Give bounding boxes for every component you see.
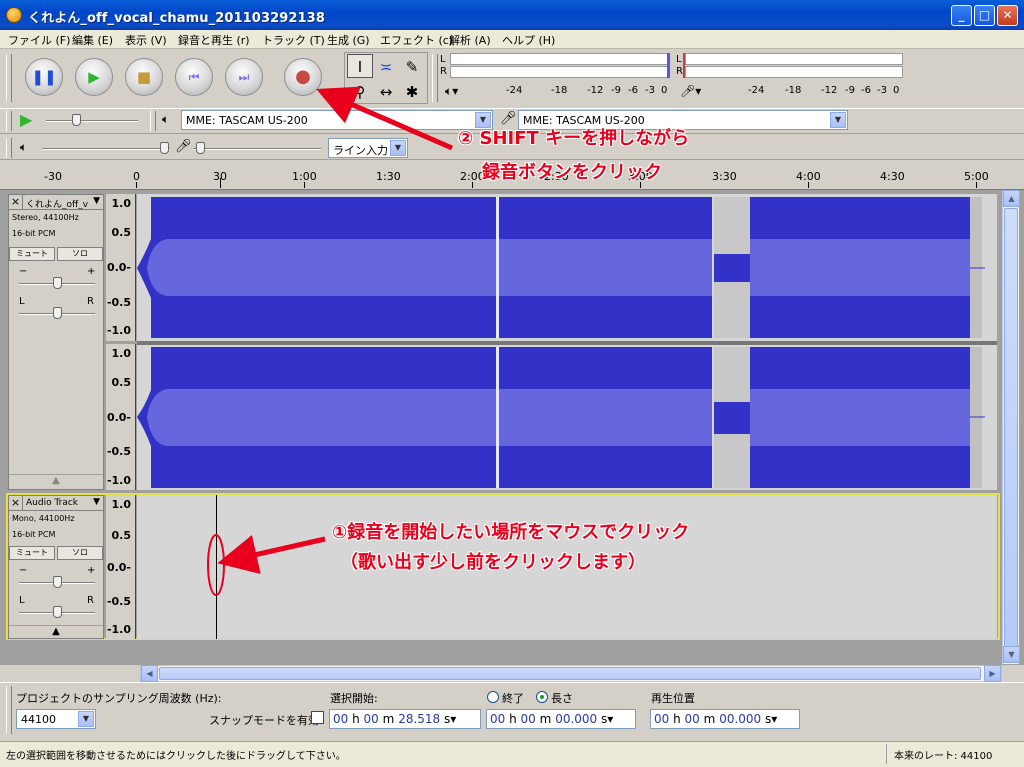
position-hours: 00 (654, 712, 670, 726)
length-label: 長さ (551, 692, 573, 705)
length-seconds: 00.000 (555, 712, 598, 726)
unit-seconds: s (765, 712, 772, 726)
unit-hours: h (352, 712, 360, 726)
horizontal-scrollbar[interactable]: ◀ ▶ (140, 665, 1002, 682)
unit-seconds: s (444, 712, 451, 726)
unit-hours: h (673, 712, 681, 726)
snap-mode-checkbox[interactable] (311, 711, 324, 724)
arrow-to-record (316, 86, 453, 151)
selection-start-label: 選択開始: (330, 692, 378, 705)
chevron-down-icon[interactable]: ▼ (78, 711, 94, 727)
cursor-highlight-ellipse (207, 534, 225, 596)
position-seconds: 00.000 (719, 712, 762, 726)
horizontal-scroll-thumb[interactable] (159, 667, 981, 680)
unit-minutes: m (539, 712, 552, 726)
unit-seconds: s (601, 712, 608, 726)
selection-length-time[interactable]: 00 h 00 m 00.000 s▾ (486, 709, 636, 729)
audio-position-label: 再生位置 (651, 692, 695, 705)
scroll-left-icon[interactable]: ◀ (141, 665, 158, 682)
annotation-overlay (207, 86, 453, 596)
vertical-scroll-thumb[interactable] (1004, 208, 1018, 648)
annotation-step1-line2: （歌い出す少し前をクリックします） (340, 552, 646, 573)
scroll-down-icon[interactable]: ▼ (1003, 646, 1020, 663)
status-hint: 左の選択範囲を移動させるためにはクリックした後にドラッグして下さい。 (6, 751, 346, 762)
length-radio[interactable] (536, 691, 548, 703)
start-seconds: 28.518 (398, 712, 441, 726)
end-radio[interactable] (487, 691, 499, 703)
start-hours: 00 (333, 712, 349, 726)
project-rate-value: 44100 (21, 713, 56, 726)
start-minutes: 00 (363, 712, 379, 726)
project-rate-label: プロジェクトのサンプリング周波数 (Hz): (16, 692, 222, 705)
close-button[interactable]: ✕ (997, 5, 1018, 26)
project-rate-select[interactable]: 44100 ▼ (16, 709, 96, 729)
scroll-up-icon[interactable]: ▲ (1003, 190, 1020, 207)
unit-minutes: m (703, 712, 716, 726)
vertical-scrollbar[interactable]: ▲ ▼ (1002, 190, 1020, 664)
selection-grip[interactable] (6, 686, 12, 734)
scroll-right-icon[interactable]: ▶ (984, 665, 1001, 682)
unit-minutes: m (382, 712, 395, 726)
selection-start-time[interactable]: 00 h 00 m 28.518 s▾ (329, 709, 481, 729)
annotation-step2-line2: 録音ボタンをクリック (482, 162, 662, 183)
status-actual-rate: 本来のレート: 44100 (894, 751, 993, 762)
snap-mode-label: スナップモードを有効 (209, 714, 319, 727)
position-minutes: 00 (684, 712, 700, 726)
unit-hours: h (509, 712, 517, 726)
annotation-step2-line1: ② SHIFT キーを押しながら (458, 128, 690, 149)
annotation-step1-line1: ①録音を開始したい場所をマウスでクリック (332, 522, 690, 543)
arrow-to-cursor (217, 534, 326, 575)
length-minutes: 00 (520, 712, 536, 726)
end-label: 終了 (502, 692, 524, 705)
length-hours: 00 (490, 712, 506, 726)
status-bar: 左の選択範囲を移動させるためにはクリックした後にドラッグして下さい。 本来のレー… (0, 741, 1024, 767)
status-divider (886, 744, 887, 764)
audio-position-time[interactable]: 00 h 00 m 00.000 s▾ (650, 709, 800, 729)
